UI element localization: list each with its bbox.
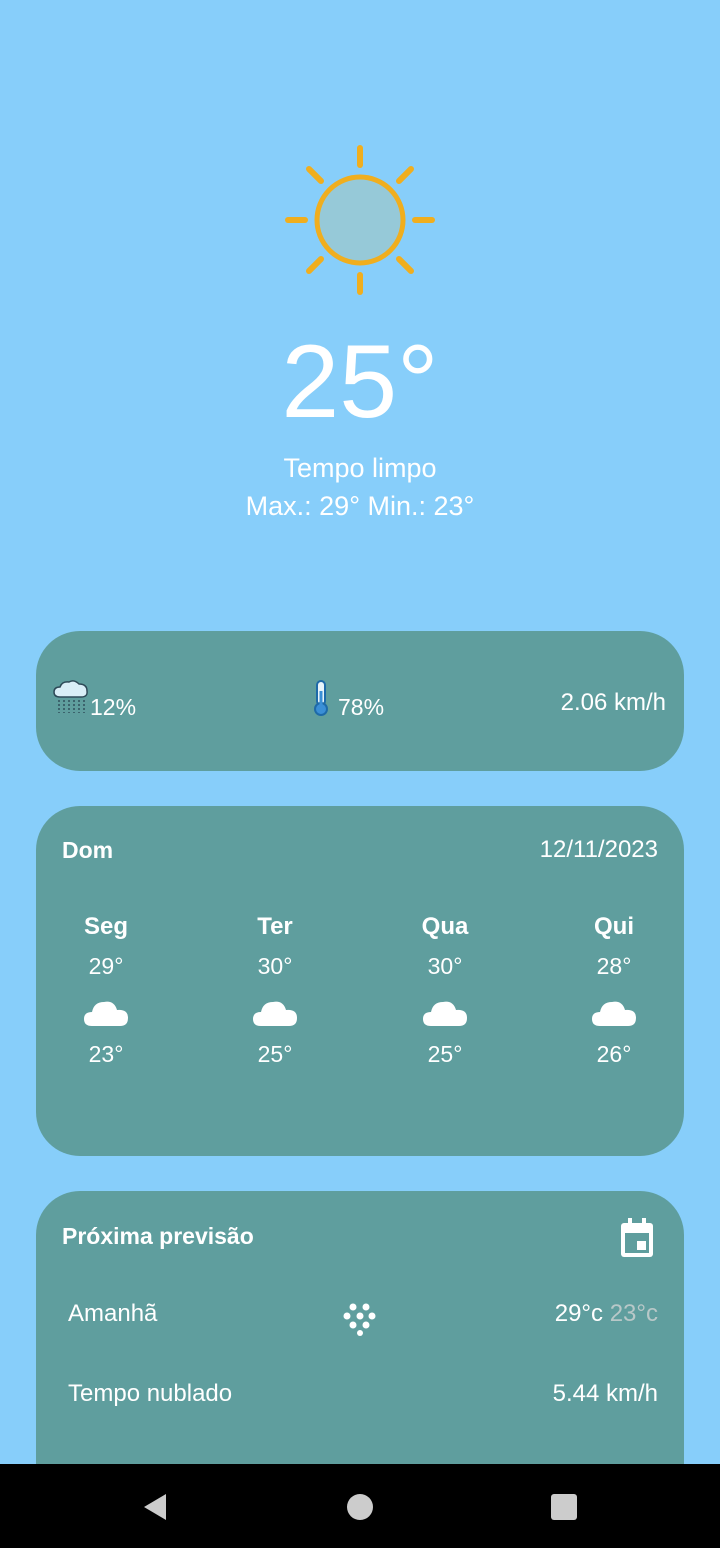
forecast-min: 25°	[257, 1041, 293, 1067]
current-max-min: Max.: 29° Min.: 23°	[245, 491, 475, 521]
tomorrow-label: Amanhã	[68, 1300, 158, 1327]
cloud-icon	[84, 1001, 128, 1026]
current-date: 12/11/2023	[539, 836, 658, 863]
forecast-day: Ter 30° 25°	[215, 912, 335, 1068]
forecast-day-name: Ter	[257, 913, 293, 940]
forecast-min: 25°	[427, 1041, 463, 1067]
forecast-day: Qua 30° 25°	[385, 912, 505, 1068]
recents-icon[interactable]	[547, 1490, 581, 1524]
forecast-max: 30°	[257, 953, 293, 979]
current-condition: Tempo limpo	[283, 453, 437, 483]
forecast-day-name: Qui	[594, 913, 634, 940]
forecast-max: 29°	[88, 953, 124, 979]
tomorrow-condition: Tempo nublado	[68, 1380, 233, 1407]
rain-probability: 12%	[90, 694, 137, 720]
weekly-forecast-card: Dom 12/11/2023 Seg 29° 23° Ter 30° 25° Q…	[36, 806, 684, 1156]
back-icon[interactable]	[140, 1490, 174, 1524]
tomorrow-wind: 5.44 km/h	[552, 1380, 658, 1407]
rain-cloud-icon	[53, 680, 88, 713]
calendar-icon[interactable]	[618, 1217, 656, 1259]
current-temperature: 25°	[281, 324, 439, 440]
cloud-icon	[592, 1001, 636, 1026]
forecast-min: 26°	[596, 1041, 632, 1067]
forecast-min: 23°	[88, 1041, 124, 1067]
dots-icon	[343, 1303, 376, 1336]
forecast-day-name: Qua	[421, 913, 469, 940]
cloud-icon	[423, 1001, 467, 1026]
wind-speed: 2.06 km/h	[560, 689, 666, 716]
home-icon[interactable]	[343, 1490, 377, 1524]
forecast-day: Qui 28° 26°	[554, 912, 674, 1068]
humidity-value: 78%	[338, 694, 385, 720]
tomorrow-min: 23°c	[609, 1300, 658, 1327]
next-forecast-title: Próxima previsão	[62, 1223, 254, 1249]
today-label: Dom	[62, 837, 114, 863]
stats-card: 12% 78% 2.06 km/h	[36, 631, 684, 771]
forecast-max: 28°	[596, 953, 632, 979]
system-nav-bar	[0, 1464, 720, 1548]
thermometer-icon	[314, 680, 328, 716]
forecast-max: 30°	[427, 953, 463, 979]
tomorrow-temps: 29°c 23°c	[555, 1299, 658, 1329]
next-forecast-card: Próxima previsão Amanhã 29°c 23°c Tempo …	[36, 1191, 684, 1491]
cloud-icon	[253, 1001, 297, 1026]
forecast-day-name: Seg	[83, 913, 128, 940]
tomorrow-max: 29°c	[554, 1300, 604, 1327]
sun-icon	[285, 145, 435, 295]
forecast-day: Seg 29° 23°	[46, 912, 166, 1068]
